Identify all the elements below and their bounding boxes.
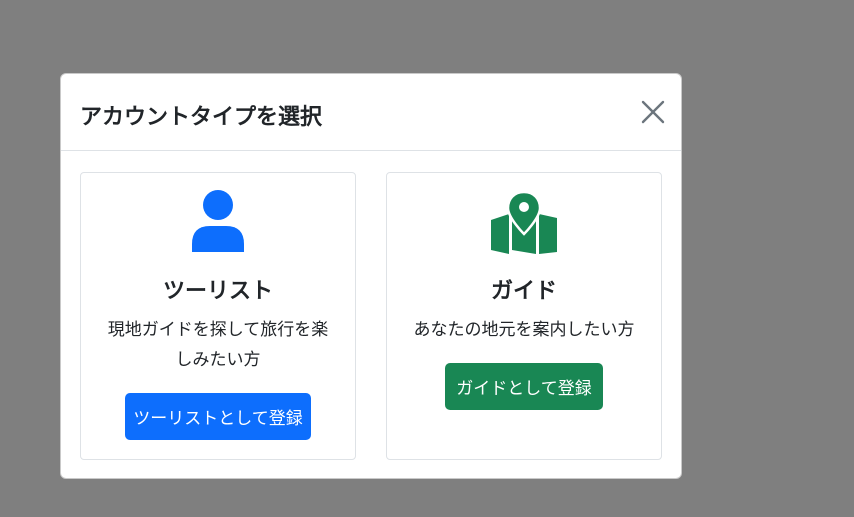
guide-icon-wrap — [387, 190, 661, 254]
register-guide-button[interactable]: ガイドとして登録 — [445, 363, 603, 410]
guide-card: ガイド あなたの地元を案内したい方 ガイドとして登録 — [386, 172, 662, 460]
map-pin-icon — [491, 190, 557, 254]
tourist-icon-wrap — [81, 190, 355, 254]
modal-header: アカウントタイプを選択 — [61, 74, 681, 151]
tourist-card: ツーリスト 現地ガイドを探して旅行を楽しみたい方 ツーリストとして登録 — [80, 172, 356, 460]
account-type-modal: アカウントタイプを選択 ツーリスト 現地ガイドを探して旅行を楽しみたい方 ツーリ… — [60, 73, 682, 479]
close-icon — [641, 100, 665, 124]
register-tourist-button[interactable]: ツーリストとして登録 — [125, 393, 311, 440]
tourist-description: 現地ガイドを探して旅行を楽しみたい方 — [107, 320, 329, 370]
tourist-title: ツーリスト — [162, 279, 273, 304]
guide-description: あなたの地元を案内したい方 — [413, 320, 635, 340]
person-icon — [192, 190, 244, 252]
close-button[interactable] — [641, 100, 665, 124]
modal-title: アカウントタイプを選択 — [80, 105, 323, 130]
guide-title: ガイド — [490, 279, 557, 304]
